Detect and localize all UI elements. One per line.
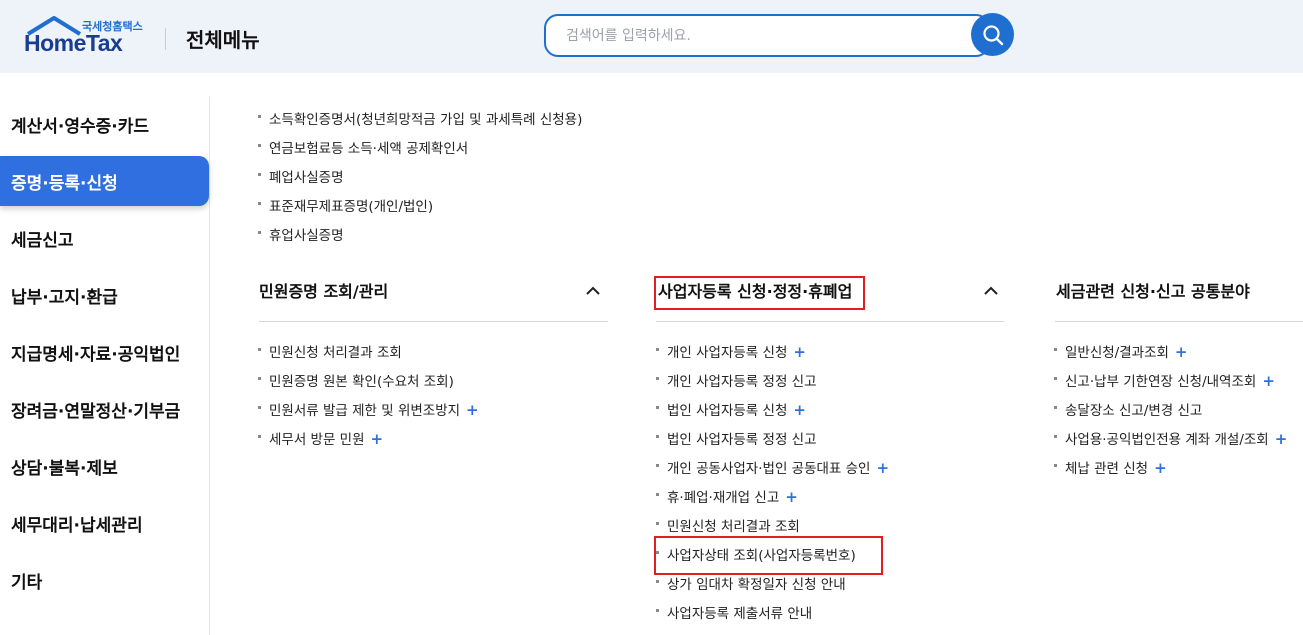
plus-icon[interactable]: + <box>785 488 798 506</box>
sidebar-item-payment[interactable]: 납부·고지·환급 <box>0 270 209 320</box>
plus-icon[interactable]: + <box>1262 372 1275 390</box>
highlight-box <box>654 276 865 310</box>
section-title-tax-common[interactable]: 세금관련 신청·신고 공통분야 <box>1056 277 1250 307</box>
plus-icon[interactable]: + <box>371 430 384 448</box>
list-item[interactable]: 법인 사업자등록 정정 신고 <box>656 429 823 449</box>
search-box <box>544 14 990 57</box>
logo-text: HomeTax <box>24 30 123 56</box>
sidebar-item-statements[interactable]: 지급명세·자료·공익법인 <box>0 327 209 377</box>
list-item[interactable]: 휴·폐업·재개업 신고 + <box>656 487 798 507</box>
plus-icon[interactable]: + <box>1154 459 1167 477</box>
list-item[interactable]: 세무서 방문 민원 + <box>258 429 383 449</box>
section-divider <box>656 321 1004 322</box>
search-icon <box>982 24 1003 45</box>
list-item[interactable]: 신고·납부 기한연장 신청/내역조회 + <box>1054 371 1275 391</box>
sidebar-item-tax-filing[interactable]: 세금신고 <box>0 213 209 263</box>
list-item[interactable]: 사업자등록 제출서류 안내 <box>656 603 818 623</box>
plus-icon[interactable]: + <box>876 459 889 477</box>
section-divider <box>259 321 608 322</box>
list-item[interactable]: 민원신청 처리결과 조회 <box>656 516 806 536</box>
chevron-up-icon[interactable] <box>585 283 601 299</box>
header-bar: 국세청홈택스 HomeTax 전체메뉴 <box>0 0 1303 73</box>
list-item[interactable]: 민원증명 원본 확인(수요처 조회) <box>258 371 460 391</box>
list-item[interactable]: 법인 사업자등록 신청 + <box>656 400 806 420</box>
list-item[interactable]: 개인 공동사업자·법인 공동대표 승인 + <box>656 458 889 478</box>
list-item[interactable]: 휴업사실증명 <box>258 226 344 246</box>
list-item[interactable]: 사업용·공익법인전용 계좌 개설/조회 + <box>1054 429 1287 449</box>
chevron-up-icon[interactable] <box>983 283 999 299</box>
list-item[interactable]: 상가 임대차 확정일자 신청 안내 <box>656 574 852 594</box>
section-title-civil-certificates[interactable]: 민원증명 조회/관리 <box>259 277 388 307</box>
page-title: 전체메뉴 <box>186 28 260 52</box>
plus-icon[interactable]: + <box>1275 430 1288 448</box>
header-divider <box>165 28 166 50</box>
plus-icon[interactable]: + <box>1175 343 1188 361</box>
sidebar-item-consulting[interactable]: 상담·불복·제보 <box>0 441 209 491</box>
section-divider <box>1055 321 1303 322</box>
list-item[interactable]: 민원서류 발급 제한 및 위변조방지 + <box>258 400 479 420</box>
list-item[interactable]: 개인 사업자등록 정정 신고 <box>656 371 823 391</box>
list-item[interactable]: 송달장소 신고/변경 신고 <box>1054 400 1208 420</box>
search-input[interactable] <box>566 26 956 46</box>
plus-icon[interactable]: + <box>793 343 806 361</box>
sidebar-item-invoices[interactable]: 계산서·영수증·카드 <box>0 99 209 149</box>
search-button[interactable] <box>971 13 1014 56</box>
sidebar-menu: 계산서·영수증·카드 증명·등록·신청 세금신고 납부·고지·환급 지급명세·자… <box>0 97 210 635</box>
list-item[interactable]: 소득확인증명서(청년희망적금 가입 및 과세특례 신청용) <box>258 110 582 130</box>
plus-icon[interactable]: + <box>466 401 479 419</box>
sidebar-item-tax-agent[interactable]: 세무대리·납세관리 <box>0 498 209 548</box>
list-item[interactable]: 개인 사업자등록 신청 + <box>656 342 806 362</box>
list-item[interactable]: 연금보험료등 소득·세액 공제확인서 <box>258 139 468 159</box>
sidebar-item-other[interactable]: 기타 <box>0 555 209 605</box>
list-item[interactable]: 체납 관련 신청 + <box>1054 458 1167 478</box>
list-item[interactable]: 표준재무제표증명(개인/법인) <box>258 197 433 217</box>
list-item[interactable]: 민원신청 처리결과 조회 <box>258 342 408 362</box>
sidebar-item-certificates[interactable]: 증명·등록·신청 <box>0 156 209 206</box>
highlight-box <box>654 536 883 575</box>
list-item[interactable]: 폐업사실증명 <box>258 168 344 188</box>
sidebar-item-incentives[interactable]: 장려금·연말정산·기부금 <box>0 384 209 434</box>
list-item[interactable]: 일반신청/결과조회 + <box>1054 342 1188 362</box>
plus-icon[interactable]: + <box>793 401 806 419</box>
hometax-logo[interactable]: 국세청홈택스 HomeTax <box>24 16 144 58</box>
